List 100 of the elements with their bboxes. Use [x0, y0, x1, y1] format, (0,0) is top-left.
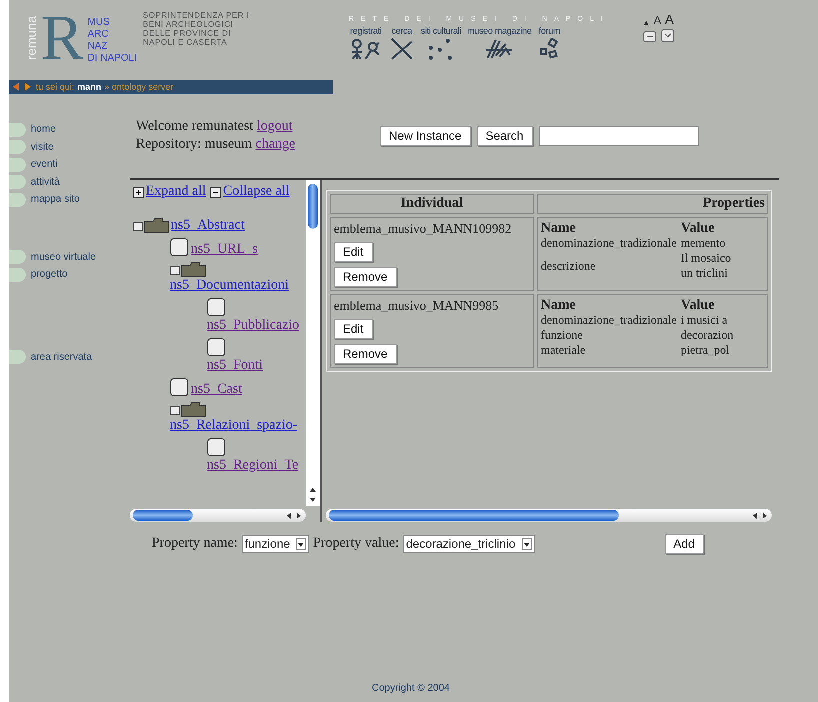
- property-value: un triclini: [680, 266, 729, 281]
- tree-link[interactable]: ns5_Fonti: [207, 358, 264, 374]
- folder-icon: [181, 262, 207, 278]
- logo-letter: R: [41, 8, 84, 68]
- breadcrumb-link[interactable]: mann: [78, 82, 102, 92]
- logout-link[interactable]: logout: [256, 119, 293, 134]
- add-button[interactable]: Add: [664, 534, 704, 554]
- remove-button[interactable]: Remove: [334, 344, 397, 364]
- nav-link[interactable]: museo virtuale: [9, 248, 130, 266]
- tree-link[interactable]: ns5_Cast: [191, 382, 242, 398]
- search-button[interactable]: Search: [476, 126, 533, 146]
- individual-name: emblema_musivo_MANN9985: [334, 298, 500, 314]
- property-value-select[interactable]: decorazione_triclinio: [403, 535, 535, 553]
- remove-button[interactable]: Remove: [334, 267, 397, 287]
- horizontal-scrollbar[interactable]: [130, 509, 306, 522]
- cross-icon: [389, 38, 415, 60]
- nav-link[interactable]: mappa sito: [9, 191, 130, 208]
- copyright-text: Copyright © 2004: [372, 683, 450, 694]
- breadcrumb-label: tu sei qui:: [36, 82, 75, 92]
- agency-name-line: NAPOLI E CASERTA: [143, 38, 228, 47]
- vertical-scrollbar[interactable]: [306, 180, 320, 506]
- property-name: materiale: [541, 343, 681, 358]
- column-header: Individual: [330, 194, 534, 214]
- nav-link[interactable]: eventi: [9, 156, 130, 174]
- scroll-thumb[interactable]: [133, 510, 193, 521]
- collapse-all-link[interactable]: Collapse all: [223, 184, 290, 200]
- scribble-icon: [484, 38, 514, 60]
- scroll-thumb[interactable]: [308, 184, 318, 229]
- expand-all-link[interactable]: Expand all: [146, 184, 206, 200]
- tree-link[interactable]: ns5_Pubblicazio: [207, 318, 300, 334]
- change-link[interactable]: change: [256, 137, 296, 152]
- scroll-arrows-icon[interactable]: [309, 486, 317, 504]
- column-header: Properties: [537, 194, 768, 214]
- tree-link[interactable]: ns5_Abstract: [171, 218, 245, 234]
- document-icon: [170, 238, 190, 258]
- property-header: Name: [541, 221, 681, 236]
- tree-link[interactable]: ns5_Relazioni_spazio-: [170, 418, 298, 434]
- property-value: decorazion: [680, 328, 734, 343]
- nav-link[interactable]: visite: [9, 138, 130, 156]
- scroll-arrows-icon[interactable]: [286, 512, 302, 520]
- collapse-icon[interactable]: [210, 186, 222, 198]
- property-name-select[interactable]: funzione: [242, 535, 310, 553]
- agency-name-line: DELLE PROVINCE DI: [143, 29, 232, 38]
- property-name: denominazione_tradizionale: [541, 313, 681, 328]
- network-link[interactable]: cerca: [392, 26, 412, 36]
- nav-link[interactable]: progetto: [9, 266, 130, 284]
- document-icon: [207, 438, 227, 458]
- property-value-label: Property value:: [313, 536, 400, 552]
- font-size-link[interactable]: A: [654, 15, 662, 27]
- property-header: Name: [541, 298, 681, 313]
- property-value: Il mosaico: [680, 251, 732, 266]
- museum-name-line: ARC: [88, 29, 110, 41]
- edit-button[interactable]: Edit: [334, 319, 373, 339]
- dots-icon: [428, 38, 454, 60]
- nav-link[interactable]: home: [9, 121, 130, 138]
- nav-link[interactable]: attività: [9, 174, 130, 191]
- network-link[interactable]: museo magazine: [467, 26, 532, 36]
- individual-name: emblema_musivo_MANN109982: [334, 221, 513, 237]
- edit-button[interactable]: Edit: [334, 242, 373, 262]
- property-header: Value: [680, 221, 716, 236]
- collapse-toggle[interactable]: [170, 266, 180, 275]
- museum-name-line: NAZ: [88, 41, 109, 53]
- scroll-thumb[interactable]: [329, 510, 619, 521]
- property-name-label: Property name:: [152, 536, 238, 552]
- back-forward-icon[interactable]: [11, 82, 33, 92]
- tree-link[interactable]: ns5_Documentazioni: [170, 278, 289, 294]
- repository-text: Repository: museum: [136, 137, 252, 152]
- horizontal-scrollbar[interactable]: [326, 509, 772, 522]
- expand-icon[interactable]: [133, 186, 144, 198]
- tree-link[interactable]: ns5_URL_s: [191, 242, 258, 258]
- document-icon: [207, 298, 227, 318]
- scroll-arrows-icon[interactable]: [752, 512, 768, 520]
- nav-link[interactable]: area riservata: [9, 348, 130, 366]
- property-name: funzione: [541, 328, 681, 343]
- agency-name-line: SOPRINTENDENZA PER I: [143, 11, 250, 20]
- network-link[interactable]: registrati: [350, 26, 382, 36]
- property-value: i musici a: [680, 313, 729, 328]
- property-header: Value: [680, 298, 716, 313]
- network-link[interactable]: siti culturali: [421, 26, 462, 36]
- new-instance-button[interactable]: New Instance: [380, 126, 471, 146]
- font-size-link[interactable]: A: [665, 12, 674, 27]
- folder-icon: [181, 402, 207, 418]
- tree-link[interactable]: ns5_Regioni_Te: [207, 458, 299, 474]
- welcome-text: Welcome remunatest: [136, 119, 254, 134]
- property-value: memento: [680, 236, 727, 251]
- museum-name-line: DI NAPOLI: [88, 53, 138, 65]
- breadcrumb-current: » ontology server: [104, 82, 174, 92]
- agency-name-line: BENI ARCHEOLOGICI: [143, 20, 234, 29]
- network-link[interactable]: forum: [538, 26, 560, 36]
- collapse-toggle[interactable]: [170, 406, 180, 415]
- property-value: pietra_pol: [680, 343, 731, 358]
- folder-icon: [144, 218, 170, 234]
- property-name: descrizione: [541, 251, 681, 281]
- property-name: denominazione_tradizionale: [541, 236, 681, 251]
- museum-name-line: MUS: [88, 17, 111, 29]
- document-icon: [207, 338, 227, 358]
- logo-vertical-text: remuna: [25, 16, 39, 60]
- collapse-toggle[interactable]: [133, 222, 143, 231]
- search-field[interactable]: [538, 126, 699, 146]
- document-icon: [170, 378, 190, 398]
